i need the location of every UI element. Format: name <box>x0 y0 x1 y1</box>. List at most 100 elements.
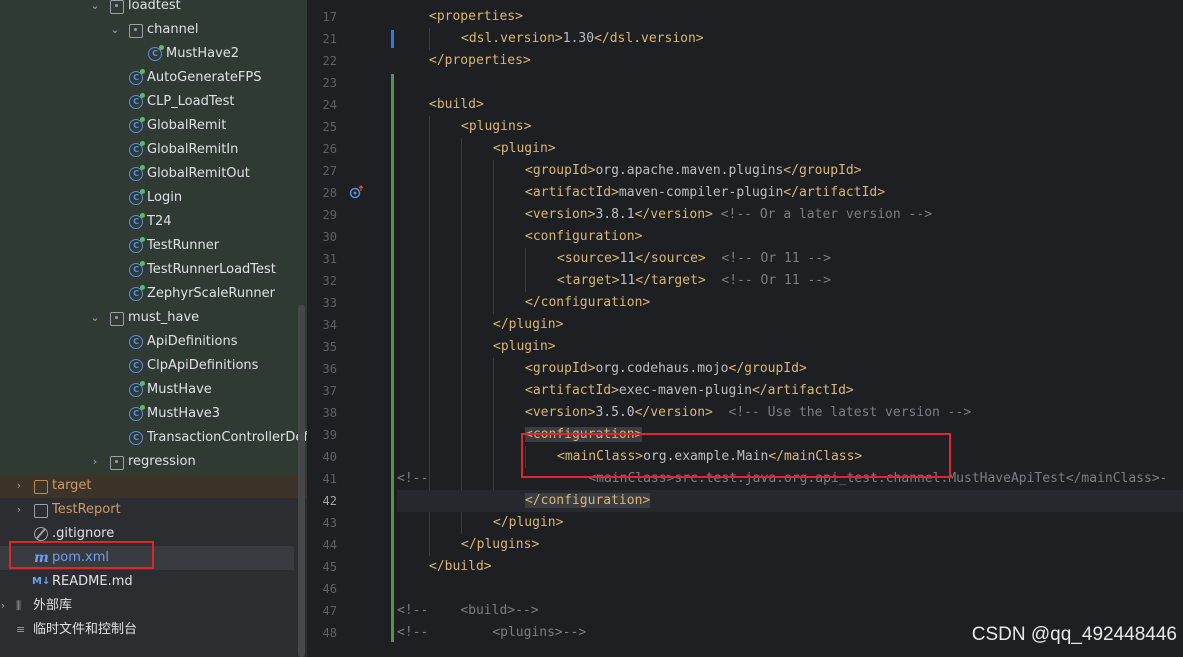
line-number: 36 <box>322 362 337 376</box>
tree-folder-loadtest[interactable]: ⌄ loadtest <box>0 0 307 18</box>
tree-file-apidefinitions[interactable]: C ApiDefinitions <box>0 330 307 354</box>
line-number: 46 <box>322 582 337 596</box>
vcs-change-marker <box>391 30 394 48</box>
tree-file-autogeneratefps[interactable]: C AutoGenerateFPS <box>0 66 307 90</box>
tree-item-label: MustHave2 <box>166 46 240 61</box>
tree-item-label: Login <box>147 190 183 205</box>
line-number: 22 <box>322 54 337 68</box>
tree-folder-channel[interactable]: ⌄ channel <box>0 18 307 42</box>
annotation-highlight-box <box>521 433 951 478</box>
line-number: 39 <box>322 428 337 442</box>
line-number: 27 <box>322 164 337 178</box>
line-number: 43 <box>322 516 337 530</box>
tree-folder-must-have[interactable]: ⌄ must_have <box>0 306 307 330</box>
tree-item-label: target <box>52 478 92 493</box>
tree-file-musthave3[interactable]: C MustHave3 <box>0 402 307 426</box>
code-line-25: <plugins> <box>461 119 532 134</box>
line-number: 21 <box>322 32 337 46</box>
chevron-down-icon[interactable]: ⌄ <box>89 0 101 18</box>
tree-folder-testreport[interactable]: › TestReport <box>0 498 307 522</box>
class-icon: C <box>129 405 145 421</box>
tree-item-label: T24 <box>147 214 172 229</box>
tree-item-label: MustHave <box>147 382 212 397</box>
library-icon: ⫼ <box>16 599 22 612</box>
code-line-43: </plugin> <box>493 515 564 530</box>
tree-item-label: MustHave3 <box>147 406 221 421</box>
class-icon: C <box>129 359 143 373</box>
tree-file-musthave[interactable]: C MustHave <box>0 378 307 402</box>
tree-file-readme[interactable]: M↓ README.md <box>0 570 307 594</box>
tree-file-login[interactable]: C Login <box>0 186 307 210</box>
tree-file-clp-loadtest[interactable]: C CLP_LoadTest <box>0 90 307 114</box>
sidebar-scrollbar[interactable] <box>298 305 305 657</box>
tree-item-label: loadtest <box>128 0 181 13</box>
tree-file-t24[interactable]: C T24 <box>0 210 307 234</box>
chevron-right-icon[interactable]: › <box>0 594 9 618</box>
class-icon: C <box>129 189 145 205</box>
code-line-26: <plugin> <box>493 141 556 156</box>
tree-item-label: TestRunnerLoadTest <box>147 262 276 277</box>
code-line-47: <!-- <build>--> <box>397 603 539 618</box>
chevron-right-icon[interactable]: › <box>13 498 25 522</box>
tree-file-zephyrscalerunner[interactable]: C ZephyrScaleRunner <box>0 282 307 306</box>
scratches-icon: ≡ <box>16 623 26 636</box>
excluded-folder-icon <box>34 480 48 494</box>
code-line-42: </configuration> <box>397 490 1183 512</box>
tree-item-label: ApiDefinitions <box>147 334 238 349</box>
tree-file-clpapidefinitions[interactable]: C ClpApiDefinitions <box>0 354 307 378</box>
code-line-27: <groupId>org.apache.maven.plugins</group… <box>525 163 862 178</box>
line-number: 34 <box>322 318 337 332</box>
tree-item-label: TransactionControllerDefini <box>147 430 307 445</box>
gitignore-icon <box>34 527 48 541</box>
code-line-30: <configuration> <box>525 229 643 244</box>
tree-file-testrunnerloadtest[interactable]: C TestRunnerLoadTest <box>0 258 307 282</box>
editor-bottom-tabs[interactable] <box>307 648 1183 657</box>
line-number: 31 <box>322 252 337 266</box>
line-number: 28 <box>322 186 337 200</box>
class-icon: C <box>129 431 143 445</box>
tree-file-globalremitin[interactable]: C GlobalRemitIn <box>0 138 307 162</box>
tree-file-musthave2[interactable]: C MustHave2 <box>0 42 307 66</box>
code-line-34: </plugin> <box>493 317 564 332</box>
tree-file-globalremit[interactable]: C GlobalRemit <box>0 114 307 138</box>
tree-scratches-consoles[interactable]: ≡ 临时文件和控制台 <box>0 618 307 642</box>
package-folder-icon <box>110 312 124 326</box>
tree-file-transactioncontroller[interactable]: C TransactionControllerDefini <box>0 426 307 450</box>
tree-item-label: ZephyrScaleRunner <box>147 286 275 301</box>
line-number: 42 <box>322 494 337 508</box>
chevron-down-icon[interactable]: ⌄ <box>89 306 101 330</box>
tree-file-globalremitout[interactable]: C GlobalRemitOut <box>0 162 307 186</box>
tree-item-label: GlobalRemitOut <box>147 166 250 181</box>
tree-external-libraries[interactable]: › ⫼ 外部库 <box>0 594 307 618</box>
code-line-17: <properties> <box>429 9 523 24</box>
vcs-change-marker <box>391 74 394 642</box>
class-icon: C <box>129 285 145 301</box>
tree-folder-regression[interactable]: › regression <box>0 450 307 474</box>
tree-item-label: regression <box>128 454 196 469</box>
override-gutter-icon[interactable] <box>349 185 365 199</box>
code-line-44: </plugins> <box>461 537 540 552</box>
tree-item-label: CLP_LoadTest <box>147 94 235 109</box>
tree-item-label: TestReport <box>52 502 121 517</box>
tree-item-label: GlobalRemitIn <box>147 142 239 157</box>
tree-file-testrunner[interactable]: C TestRunner <box>0 234 307 258</box>
class-icon: C <box>129 381 145 397</box>
package-folder-icon <box>110 0 124 14</box>
chevron-right-icon[interactable]: › <box>89 450 101 474</box>
code-line-36: <groupId>org.codehaus.mojo</groupId> <box>525 361 807 376</box>
folder-icon <box>34 504 48 518</box>
project-tree-panel: ⌄ loadtest ⌄ channel C MustHave2 C AutoG… <box>0 0 307 657</box>
chevron-down-icon[interactable]: ⌄ <box>109 18 121 42</box>
line-number: 23 <box>322 76 337 90</box>
class-icon: C <box>129 237 145 253</box>
tree-folder-target[interactable]: › target <box>0 474 307 498</box>
class-icon: C <box>129 213 145 229</box>
package-folder-icon <box>110 456 124 470</box>
chevron-right-icon[interactable]: › <box>13 474 25 498</box>
line-number: 45 <box>322 560 337 574</box>
code-line-24: <build> <box>429 97 484 112</box>
line-number: 48 <box>322 626 337 640</box>
line-number: 26 <box>322 142 337 156</box>
line-number: 17 <box>322 10 337 24</box>
tree-item-label: AutoGenerateFPS <box>147 70 262 85</box>
